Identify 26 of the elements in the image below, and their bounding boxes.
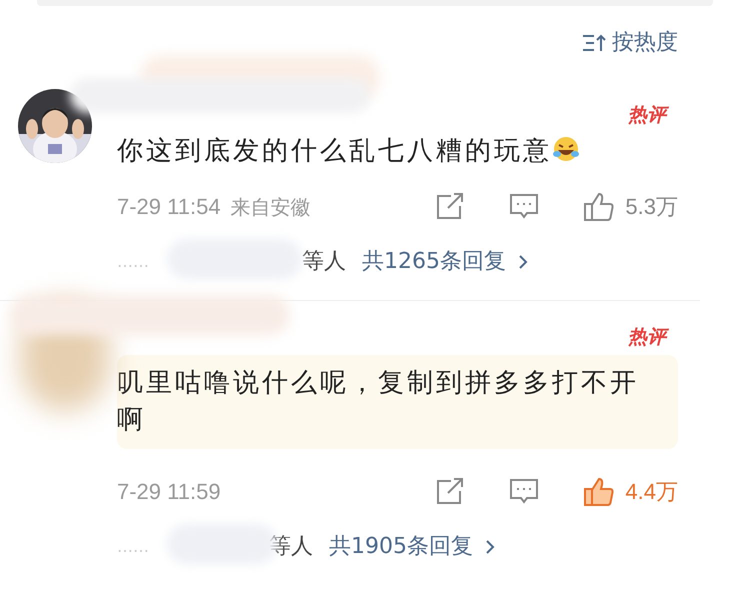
ellipsis: ……	[117, 536, 149, 558]
hot-comment-label: 热评	[628, 322, 670, 351]
ellipsis: ……	[117, 250, 149, 272]
comment-icon[interactable]	[509, 478, 540, 506]
comment-text: 你这到底发的什么乱七八糟的玩意	[117, 133, 670, 170]
chevron-icon	[485, 538, 495, 554]
reply-users: 等人	[302, 248, 346, 276]
like-count: 5.3万	[625, 193, 678, 221]
replies-link[interactable]: 共1265条回复	[362, 245, 528, 278]
chevron-icon	[518, 254, 528, 270]
share-icon[interactable]	[435, 192, 466, 220]
like-count: 4.4万	[625, 478, 678, 506]
comment-location: 来自安徽	[230, 194, 311, 220]
replies-link[interactable]: 共1905条回复	[329, 530, 495, 563]
like-icon[interactable]	[583, 190, 616, 222]
laughing-emoji-icon	[552, 135, 580, 163]
sort-icon	[582, 32, 608, 52]
comment-icon[interactable]	[509, 192, 540, 220]
comment-text: 叽里咕噜说什么呢，复制到拼多多打不开啊	[117, 355, 678, 449]
share-icon[interactable]	[435, 478, 466, 506]
hot-comment-label: 热评	[628, 100, 670, 129]
sort-button[interactable]: 按热度	[582, 26, 678, 59]
comment-time: 7-29 11:59	[117, 478, 221, 506]
reply-users: 等人	[269, 533, 313, 561]
comment-time: 7-29 11:54	[117, 193, 221, 221]
like-icon[interactable]	[583, 476, 616, 508]
